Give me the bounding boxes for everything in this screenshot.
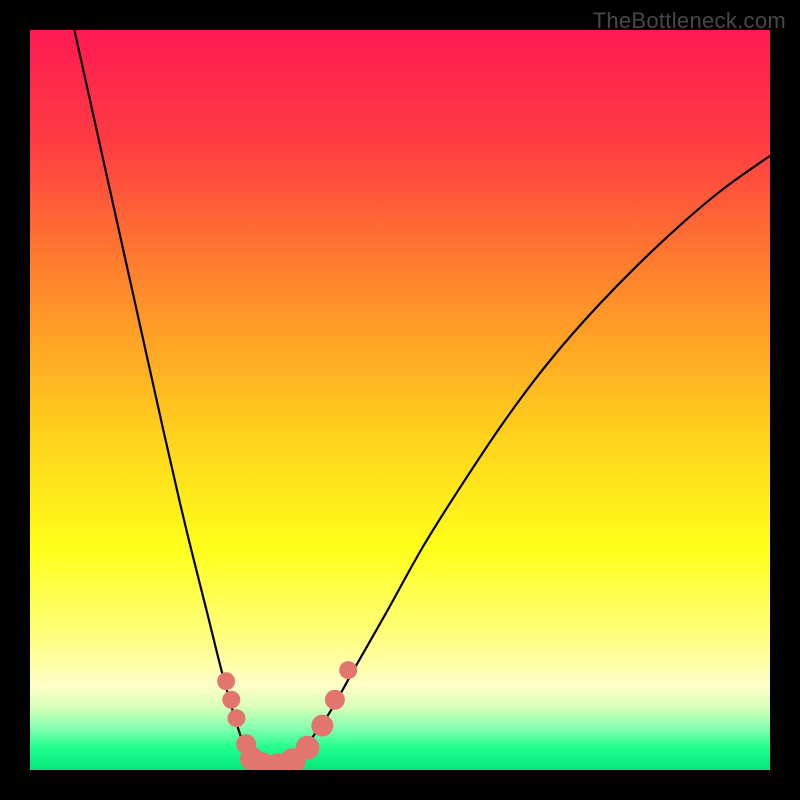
- bead-marker: [339, 661, 357, 679]
- chart-svg: [30, 30, 770, 770]
- bead-marker: [222, 691, 240, 709]
- bead-marker: [296, 736, 320, 760]
- gradient-background: [30, 30, 770, 770]
- bead-marker: [311, 715, 333, 737]
- bead-marker: [325, 690, 345, 710]
- chart-frame: TheBottleneck.com: [0, 0, 800, 800]
- bead-marker: [217, 672, 235, 690]
- bead-marker: [227, 709, 245, 727]
- watermark-text: TheBottleneck.com: [593, 8, 786, 34]
- plot-area: [30, 30, 770, 770]
